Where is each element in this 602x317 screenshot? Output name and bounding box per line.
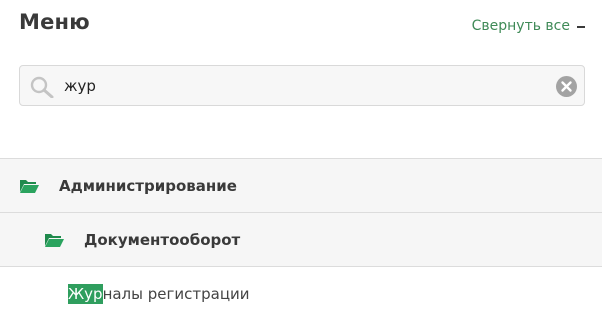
tree-item-document-flow[interactable]: Документооборот [0,212,602,266]
menu-item-registration-journals[interactable]: Жур налы регистрации [0,266,602,317]
tree-item-administration[interactable]: Администрирование [0,158,602,212]
minus-icon [577,25,585,28]
page-title: Меню [19,10,90,34]
tree-item-label: Администрирование [59,176,237,195]
tree-item-label: Документооборот [84,230,241,249]
search-box [19,65,585,106]
menu-header: Меню Свернуть все [0,0,602,56]
menu-item-label: налы регистрации [102,284,250,303]
menu-tree: Администрирование Документооборот Жур нал… [0,158,602,317]
search-match-highlight: Жур [68,283,103,304]
menu-panel: Меню Свернуть все Администрирование [0,0,602,317]
search-icon [30,76,54,98]
clear-icon[interactable] [556,76,577,97]
collapse-all-label: Свернуть все [471,18,570,34]
folder-open-icon [45,233,64,247]
collapse-all-button[interactable]: Свернуть все [472,18,585,34]
folder-open-icon [20,179,39,193]
search-input[interactable] [64,73,544,99]
